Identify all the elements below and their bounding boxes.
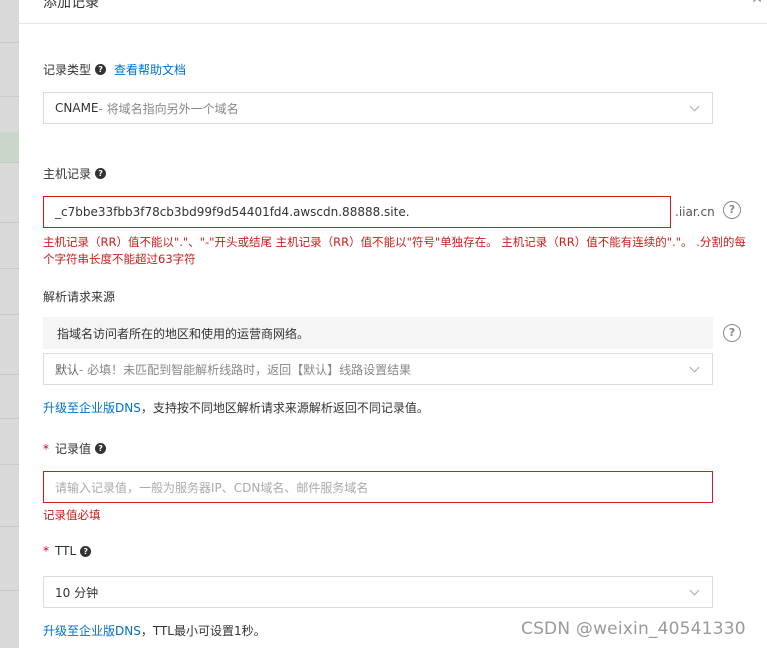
background-divider — [0, 590, 19, 591]
record-value-label-text: 记录值 — [55, 442, 92, 456]
csdn-watermark: CSDN @weixin_40541330 — [521, 619, 746, 639]
record-value-error: 记录值必填 — [43, 508, 101, 522]
resolve-line-select[interactable]: 默认 - 必填！未匹配到智能解析线路时，返回【默认】线路设置结果 — [43, 353, 713, 385]
help-doc-link[interactable]: 查看帮助文档 — [114, 61, 186, 78]
record-value-input[interactable]: 请输入记录值，一般为服务器IP、CDN域名、邮件服务域名 — [43, 471, 713, 503]
ttl-label-text: TTL — [55, 544, 77, 558]
ttl-upgrade-note: 升级至企业版DNS，TTL最小可设置1秒。 — [43, 622, 266, 639]
background-page-strip — [0, 0, 19, 648]
drawer-header: 添加记录 ✕ — [19, 0, 767, 24]
background-divider — [0, 464, 19, 465]
record-type-select[interactable]: CNAME - 将域名指向另外一个域名 — [43, 92, 713, 124]
record-type-label-text: 记录类型 — [43, 63, 92, 77]
required-mark: * — [43, 441, 49, 456]
record-type-selected: CNAME — [55, 101, 99, 115]
ttl-upgrade-text: ，TTL最小可设置1秒。 — [140, 624, 266, 638]
required-mark: * — [43, 544, 49, 558]
background-divider — [0, 418, 19, 419]
question-icon[interactable]: ? — [95, 64, 107, 75]
resolve-source-label-text: 解析请求来源 — [43, 290, 116, 304]
upgrade-enterprise-link[interactable]: 升级至企业版DNS — [43, 624, 141, 638]
background-divider — [0, 42, 19, 43]
background-divider — [0, 96, 19, 97]
help-circle-icon[interactable]: ? — [723, 201, 741, 219]
background-row-highlight — [0, 132, 19, 162]
chevron-down-icon — [689, 362, 700, 373]
background-divider — [0, 526, 19, 527]
resolve-upgrade-text: ，支持按不同地区解析请求来源解析返回不同记录值。 — [140, 401, 429, 415]
resolve-source-label: 解析请求来源 — [43, 288, 115, 305]
host-record-label-text: 主机记录 — [43, 167, 92, 181]
record-type-desc: - 将域名指向另外一个域名 — [98, 101, 239, 116]
resolve-source-info: 指域名访问者所在的地区和使用的运营商网络。 — [43, 317, 713, 349]
resolve-line-desc: - 必填！未匹配到智能解析线路时，返回【默认】线路设置结果 — [79, 362, 412, 377]
resolve-line-selected: 默认 — [55, 362, 80, 377]
host-record-error-line2: 个字符串长度不能超过63字符 — [43, 252, 196, 266]
question-icon[interactable]: ? — [95, 168, 107, 179]
background-divider — [0, 314, 19, 315]
background-divider — [0, 162, 19, 163]
close-icon[interactable]: ✕ — [751, 0, 763, 7]
drawer-title: 添加记录 — [43, 0, 99, 11]
host-record-input[interactable]: _c7bbe33fbb3f78cb3bd99f9d54401fd4.awscdn… — [43, 196, 671, 228]
background-divider — [0, 374, 19, 375]
background-divider — [0, 222, 19, 223]
chevron-down-icon — [689, 101, 700, 112]
upgrade-enterprise-link[interactable]: 升级至企业版DNS — [43, 401, 141, 415]
record-value-label: * 记录值 ? — [43, 440, 107, 457]
help-circle-icon[interactable]: ? — [723, 324, 741, 342]
question-icon[interactable]: ? — [80, 545, 92, 557]
ttl-selected: 10 分钟 — [55, 585, 99, 600]
record-type-label: 记录类型 ? 查看帮助文档 — [43, 61, 186, 78]
question-icon[interactable]: ? — [95, 443, 107, 454]
background-divider — [0, 268, 19, 269]
ttl-label: * TTL ? — [43, 544, 92, 558]
host-record-label: 主机记录 ? — [43, 165, 107, 182]
resolve-upgrade-note: 升级至企业版DNS，支持按不同地区解析请求来源解析返回不同记录值。 — [43, 399, 429, 416]
ttl-select[interactable]: 10 分钟 — [43, 576, 713, 608]
chevron-down-icon — [689, 585, 700, 596]
add-record-drawer: 添加记录 ✕ 记录类型 ? 查看帮助文档 CNAME- 将域名指向另外一个域名 … — [19, 0, 767, 648]
domain-suffix: .iiar.cn — [675, 205, 715, 219]
host-record-error-line1: 主机记录（RR）值不能以"."、"-"开头或结尾 主机记录（RR）值不能以"符号… — [43, 235, 746, 249]
